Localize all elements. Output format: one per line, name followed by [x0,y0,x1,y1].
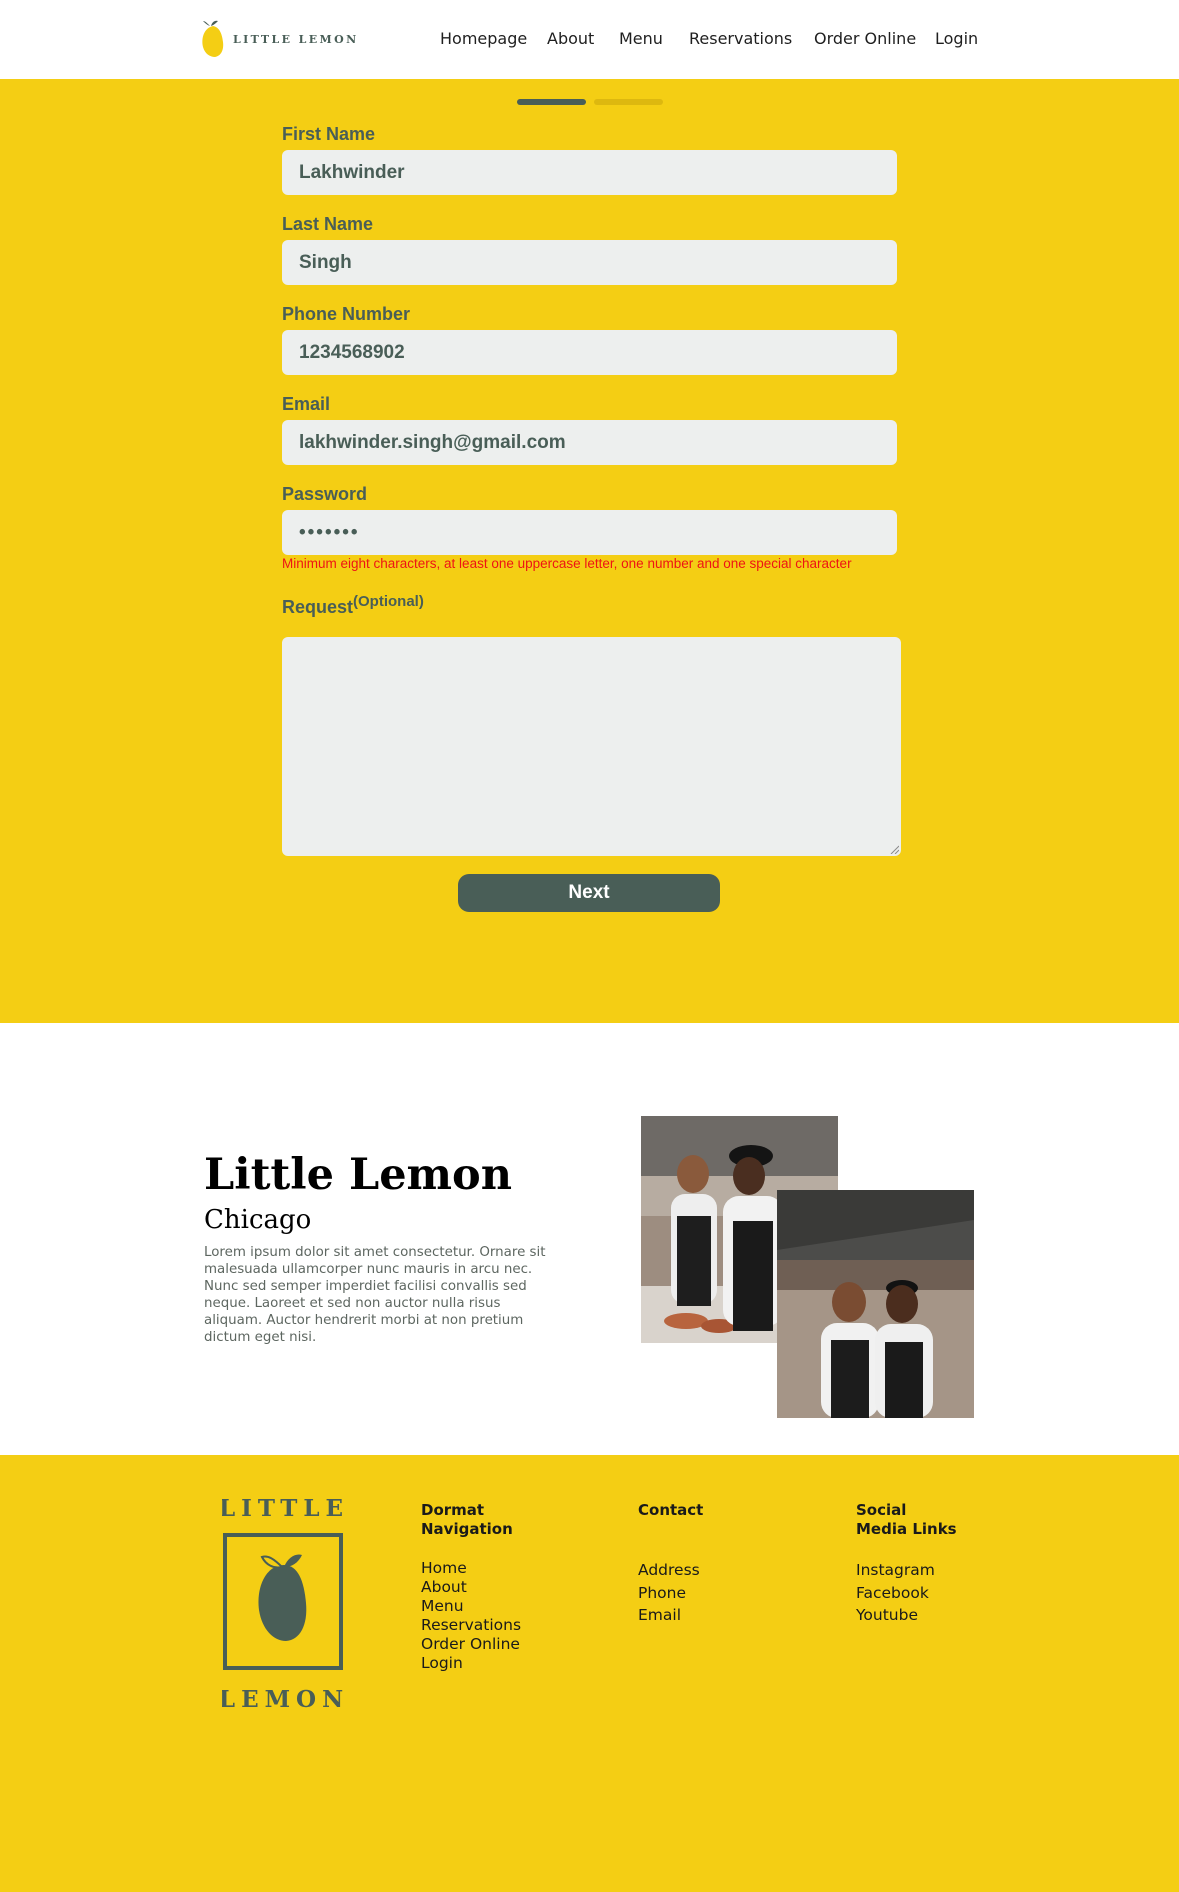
resize-grip-icon[interactable] [889,844,899,854]
footer-link-about[interactable]: About [421,1578,571,1597]
first-name-label: First Name [282,124,376,144]
footer-navigation-heading: Dormat Navigation [421,1501,571,1539]
reservation-form-section: First Name Lakhwinder Last Name Singh Ph… [0,79,1179,1023]
footer-contact-column: Contact Address Phone Email [638,1501,788,1627]
footer-link-email[interactable]: Email [638,1604,788,1627]
last-name-label: Last Name [282,214,374,234]
footer-contact-heading: Contact [638,1501,788,1539]
email-input[interactable]: lakhwinder.singh@gmail.com [282,420,897,465]
password-label: Password [282,484,368,504]
footer-link-home[interactable]: Home [421,1559,571,1578]
footer-contact-heading-line1: Contact [638,1501,704,1519]
about-description: Lorem ipsum dolor sit amet consectetur. … [204,1245,546,1345]
nav-reservations[interactable]: Reservations [689,29,792,48]
footer-navigation-heading-line2: Navigation [421,1520,513,1538]
about-title: Little Lemon [204,1150,512,1200]
footer-navigation-heading-line1: Dormat [421,1501,485,1519]
footer-contact-list: Address Phone Email [638,1559,788,1627]
request-label-text: Request [282,597,354,617]
phone-number-input[interactable]: 1234568902 [282,330,897,375]
email-label: Email [282,394,331,414]
first-name-input[interactable]: Lakhwinder [282,150,897,195]
footer-link-youtube[interactable]: Youtube [856,1604,1006,1627]
footer-link-address[interactable]: Address [638,1559,788,1582]
phone-number-label: Phone Number [282,304,411,324]
footer-social-heading-line2: Media Links [856,1520,957,1538]
about-section: Little Lemon Chicago Lorem ipsum dolor s… [0,1023,1179,1455]
footer-contact-heading-line2 [638,1520,788,1539]
footer-social-column: Social Media Links Instagram Facebook Yo… [856,1501,1006,1627]
next-button[interactable]: Next [458,874,720,912]
request-textarea[interactable] [282,637,901,856]
site-footer: LITTLE LEMON Dormat Navigation Home Abou… [0,1455,1179,1892]
footer-navigation-column: Dormat Navigation Home About Menu Reserv… [421,1501,571,1673]
footer-link-phone[interactable]: Phone [638,1582,788,1605]
footer-social-list: Instagram Facebook Youtube [856,1559,1006,1627]
footer-link-order-online[interactable]: Order Online [421,1635,571,1654]
footer-social-heading-line1: Social [856,1501,907,1519]
request-label: Request(Optional) [282,593,424,618]
footer-link-reservations[interactable]: Reservations [421,1616,571,1635]
nav-order-online[interactable]: Order Online [814,29,916,48]
password-input[interactable]: ••••••• [282,510,897,555]
footer-navigation-list: Home About Menu Reservations Order Onlin… [421,1559,571,1673]
progress-step-2 [594,99,663,105]
password-hint: Minimum eight characters, at least one u… [282,556,852,571]
footer-social-heading: Social Media Links [856,1501,1006,1539]
last-name-input[interactable]: Singh [282,240,897,285]
nav-login[interactable]: Login [935,29,978,48]
nav-about[interactable]: About [547,29,594,48]
about-subtitle: Chicago [204,1205,312,1235]
footer-link-instagram[interactable]: Instagram [856,1559,1006,1582]
request-optional-tag: (Optional) [353,593,424,610]
main-nav: Homepage About Menu Reservations Order O… [0,29,1179,51]
progress-step-1 [517,99,586,105]
footer-lemon-icon [258,1565,307,1641]
footer-lemon-logo: LITTLE LEMON [222,1495,346,1711]
footer-link-login[interactable]: Login [421,1654,571,1673]
footer-link-menu[interactable]: Menu [421,1597,571,1616]
nav-menu[interactable]: Menu [619,29,663,48]
chefs-photo-2 [777,1190,974,1418]
nav-homepage[interactable]: Homepage [440,29,527,48]
site-header: LITTLE LEMON Homepage About Menu Reserva… [0,0,1179,79]
footer-logo-bottom-text: LEMON [222,1686,346,1711]
footer-logo-top-text: LITTLE [222,1495,346,1522]
footer-link-facebook[interactable]: Facebook [856,1582,1006,1605]
